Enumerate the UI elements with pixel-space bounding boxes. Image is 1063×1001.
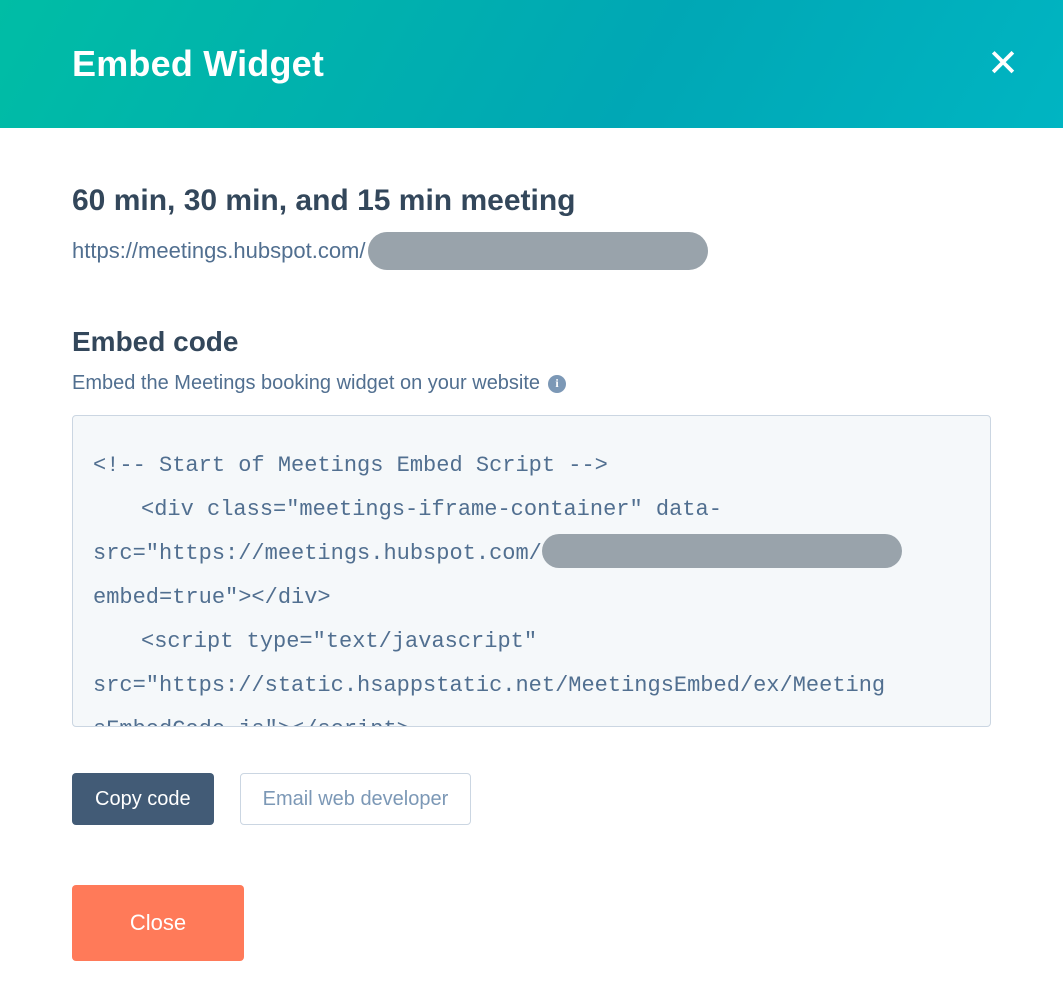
close-icon[interactable]: ✕ xyxy=(987,45,1019,83)
redacted-url-segment xyxy=(368,232,708,270)
embed-code-subtext: Embed the Meetings booking widget on you… xyxy=(72,372,540,395)
code-line: src="https://meetings.hubspot.com/ xyxy=(93,532,970,576)
code-line: <div class="meetings-iframe-container" d… xyxy=(93,488,970,532)
embed-code-heading: Embed code xyxy=(72,326,991,358)
code-line: sEmbedCode.js"></script> xyxy=(93,708,970,727)
info-icon[interactable]: i xyxy=(548,375,566,393)
button-row: Copy code Email web developer xyxy=(72,773,991,825)
email-web-developer-button[interactable]: Email web developer xyxy=(240,773,472,825)
meeting-url: https://meetings.hubspot.com/ xyxy=(72,238,366,264)
modal-title: Embed Widget xyxy=(72,43,324,85)
code-line: embed=true"></div> xyxy=(93,576,970,620)
copy-code-button[interactable]: Copy code xyxy=(72,773,214,825)
modal-header: Embed Widget ✕ xyxy=(0,0,1063,128)
embed-code-box[interactable]: <!-- Start of Meetings Embed Script --> … xyxy=(72,415,991,727)
code-line: <!-- Start of Meetings Embed Script --> xyxy=(93,444,970,488)
code-line: <script type="text/javascript" xyxy=(93,620,970,664)
modal-body: 60 min, 30 min, and 15 min meeting https… xyxy=(0,128,1063,1001)
code-line: src="https://static.hsappstatic.net/Meet… xyxy=(93,664,970,708)
meeting-url-row: https://meetings.hubspot.com/ xyxy=(72,232,991,270)
close-button[interactable]: Close xyxy=(72,885,244,961)
redacted-code-segment xyxy=(542,534,902,568)
meeting-title: 60 min, 30 min, and 15 min meeting xyxy=(72,184,991,218)
embed-code-sub-row: Embed the Meetings booking widget on you… xyxy=(72,372,991,395)
